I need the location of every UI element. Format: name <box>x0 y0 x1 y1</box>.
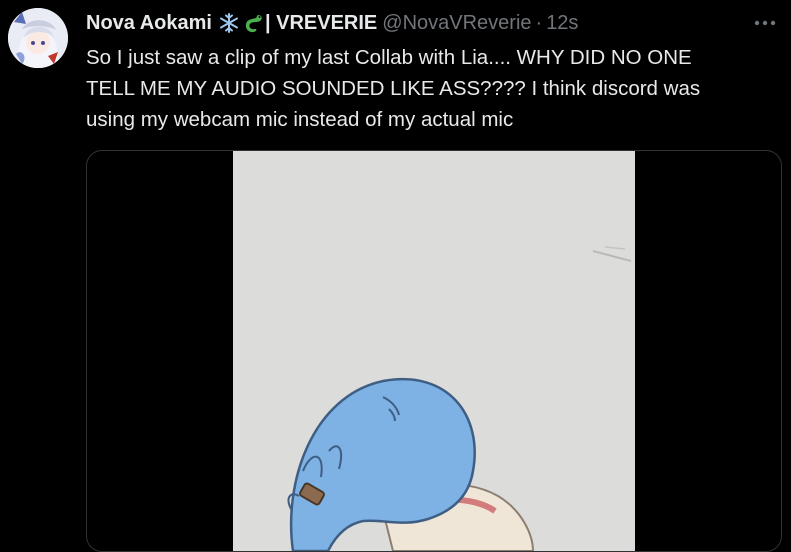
snowflake-icon <box>219 13 238 33</box>
media-video[interactable] <box>86 150 782 552</box>
timestamp[interactable]: 12s <box>546 12 578 35</box>
tweet-text-line: TELL ME MY AUDIO SOUNDED LIKE ASS???? I … <box>86 77 701 100</box>
display-name[interactable]: Nova Aokami <box>86 12 212 35</box>
ellipsis-icon <box>754 20 776 26</box>
video-thumbnail-image <box>233 151 635 551</box>
brand-suffix: | VREVERIE <box>264 11 378 34</box>
tweet-text-line: using my webcam mic instead of my actual… <box>86 108 514 131</box>
avatar-image <box>8 8 68 68</box>
tweet[interactable]: Nova Aokami | VREVERIE @NovaVReverie · 1… <box>0 0 791 552</box>
tweet-text-line: So I just saw a clip of my last Collab w… <box>86 46 692 69</box>
handle[interactable]: @NovaVReverie <box>382 12 531 35</box>
avatar[interactable] <box>8 8 68 68</box>
tweet-header: Nova Aokami | VREVERIE @NovaVReverie · 1… <box>86 10 578 36</box>
video-frame <box>233 151 635 551</box>
name-emojis <box>218 12 264 34</box>
separator-dot: · <box>535 11 543 34</box>
dragon-icon <box>245 15 262 33</box>
tweet-text: So I just saw a clip of my last Collab w… <box>86 42 786 135</box>
more-options-button[interactable] <box>750 10 780 36</box>
